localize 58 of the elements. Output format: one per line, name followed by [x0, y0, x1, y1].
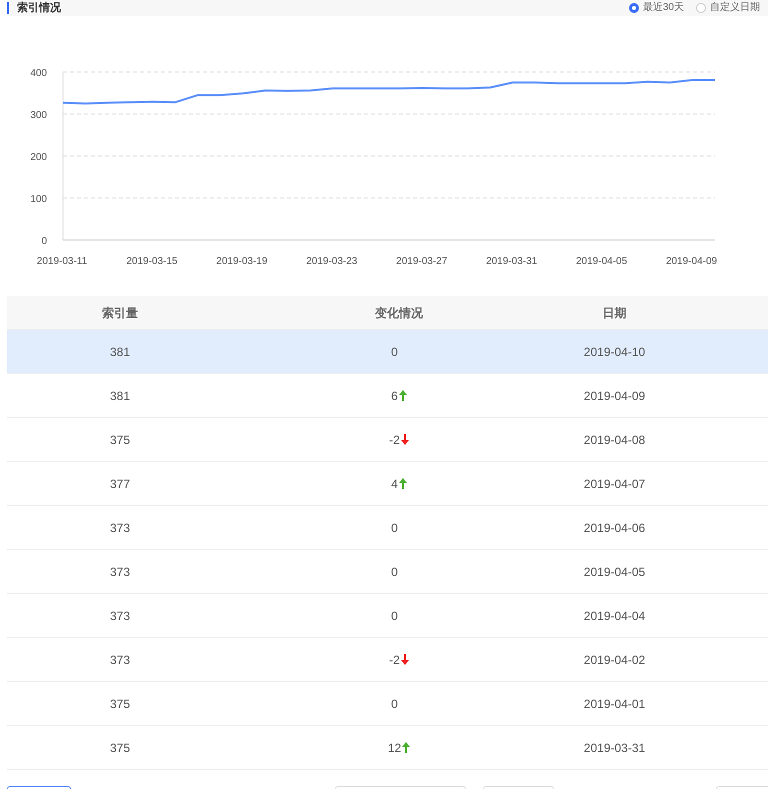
- table-cell-text: 0: [391, 344, 398, 360]
- table-cell-text: 2019-04-06: [584, 520, 646, 536]
- table-cell-text: 0: [391, 608, 398, 624]
- section-title: 索引情况: [17, 2, 61, 14]
- table-cell-text: 0: [391, 564, 398, 580]
- table-cell-text: 0: [391, 520, 398, 536]
- table-cell-text: 2019-04-04: [584, 608, 646, 624]
- table-row[interactable]: 381 0 2019-04-10: [7, 330, 768, 374]
- up-arrow-icon: [402, 742, 410, 753]
- table-cell-text: -2: [389, 432, 400, 448]
- table-cell-text: 0: [391, 696, 398, 712]
- axis-label: 2019-03-15: [126, 256, 178, 267]
- table-cell-text: 12: [388, 740, 402, 756]
- table-cell-text: 373: [110, 608, 130, 624]
- axis-label: 2019-03-27: [396, 256, 448, 267]
- table-cell-text: 4: [391, 476, 398, 492]
- column-header: 变化情况: [375, 304, 423, 322]
- up-arrow-icon: [398, 390, 407, 401]
- table-cell-text: 375: [110, 696, 130, 712]
- table-cell-text: 2019-04-10: [584, 344, 646, 360]
- table-cell-text: 2019-04-02: [584, 652, 646, 668]
- table-cell-text: 2019-04-07: [584, 476, 646, 492]
- axis-label: 2019-03-11: [36, 256, 88, 267]
- axis-label: 2019-03-31: [486, 256, 538, 267]
- range-option[interactable]: 最近30天: [628, 3, 684, 13]
- table-cell-text: 2019-04-01: [584, 696, 646, 712]
- down-arrow-icon: [400, 434, 409, 445]
- axis-label: 2019-03-23: [306, 256, 358, 267]
- axis-label: 0: [41, 236, 47, 247]
- table-cell-text: 381: [110, 388, 130, 404]
- table-cell-text: -2: [389, 652, 400, 668]
- table-cell-text: 373: [110, 520, 130, 536]
- up-arrow-icon: [398, 478, 407, 489]
- radio-button[interactable]: [628, 3, 639, 13]
- axis-label: 300: [30, 110, 47, 121]
- axis-label: 2019-03-19: [216, 256, 268, 267]
- table-cell-text: 2019-03-31: [584, 740, 646, 756]
- table-cell-text: 2019-04-09: [584, 388, 646, 404]
- table-cell-text: 375: [110, 740, 130, 756]
- table-cell-text: 6: [391, 388, 398, 404]
- column-header: 索引量: [102, 304, 138, 322]
- table-cell-text: 375: [110, 432, 130, 448]
- table-cell-text: 2019-04-05: [584, 564, 646, 580]
- table-cell-text: 373: [110, 652, 130, 668]
- axis-label: 2019-04-05: [576, 256, 628, 267]
- table-cell-text: 377: [110, 476, 130, 492]
- range-option[interactable]: 自定义日期: [696, 3, 760, 13]
- table-cell-text: 381: [110, 344, 130, 360]
- axis-label: 200: [30, 152, 47, 163]
- accent-bar: [7, 2, 9, 14]
- axis-label: 2019-04-09: [666, 256, 718, 267]
- radio-button[interactable]: [696, 3, 706, 13]
- down-arrow-icon: [400, 654, 409, 665]
- column-header: 日期: [602, 304, 626, 322]
- table-cell-text: 373: [110, 564, 130, 580]
- table-cell-text: 2019-04-08: [584, 432, 646, 448]
- axis-label: 100: [30, 194, 47, 205]
- axis-label: 400: [30, 68, 47, 79]
